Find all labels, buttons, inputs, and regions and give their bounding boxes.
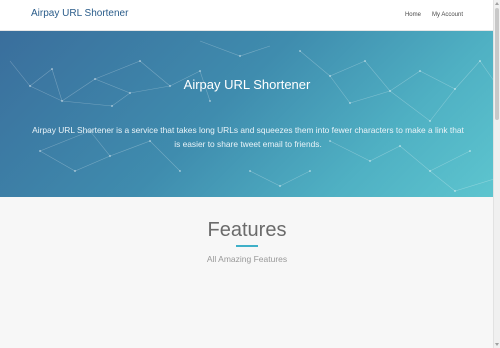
nav-links: Home My Account (404, 10, 464, 20)
nav-link-home[interactable]: Home (404, 10, 422, 20)
brand-logo-link[interactable]: Airpay URL Shortener (31, 8, 128, 19)
hero-banner: Airpay URL Shortener Airpay URL Shortene… (0, 31, 494, 197)
scroll-down-arrow-icon[interactable] (495, 343, 499, 346)
top-navbar: Airpay URL Shortener Home My Account (0, 0, 494, 31)
page-scrollbar[interactable] (493, 0, 500, 348)
nav-link-my-account[interactable]: My Account (431, 10, 464, 20)
hero-description: Airpay URL Shortener is a service that t… (32, 125, 464, 149)
features-heading-underline (236, 245, 258, 247)
hero-title: Airpay URL Shortener (183, 77, 311, 92)
features-subheading: All Amazing Features (206, 254, 288, 264)
scrollbar-thumb[interactable] (495, 8, 499, 120)
network-background-graphic (9, 40, 494, 192)
features-heading: Features (207, 219, 287, 241)
scroll-up-arrow-icon[interactable] (495, 2, 499, 5)
